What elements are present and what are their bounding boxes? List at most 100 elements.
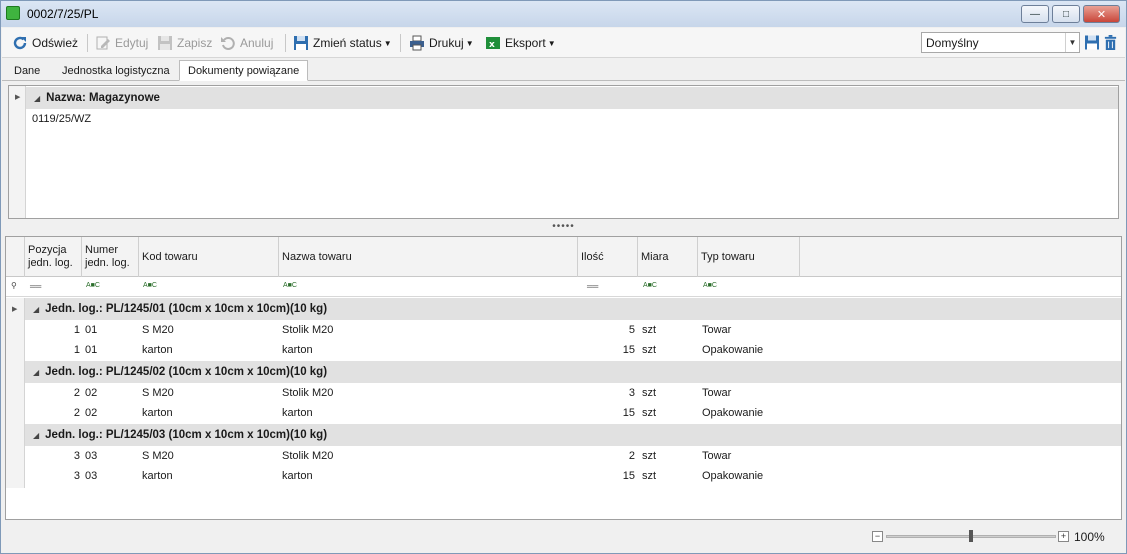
zoom-out-button[interactable]: −	[872, 531, 883, 542]
collapse-icon[interactable]: ◢	[34, 94, 40, 103]
chevron-down-icon[interactable]: ▼	[1065, 33, 1079, 52]
group-label: Nazwa: Magazynowe	[46, 92, 160, 104]
table-row[interactable]: 1 01 S M20 Stolik M20 5 szt Towar	[25, 321, 1121, 341]
tab-dokumenty-powiazane[interactable]: Dokumenty powiązane	[179, 60, 309, 81]
text-filter-icon[interactable]: A■C	[643, 282, 657, 289]
refresh-button[interactable]: Odśwież	[12, 33, 78, 53]
toolbar-separator	[87, 34, 88, 52]
column-header-position[interactable]: Pozycja jedn. log.	[25, 237, 82, 277]
cell-pos: 2	[73, 407, 80, 419]
refresh-icon	[13, 36, 27, 50]
zoom-slider-handle[interactable]	[969, 530, 973, 542]
cell-code: S M20	[142, 324, 174, 336]
collapse-icon[interactable]: ◢	[33, 305, 39, 314]
list-item[interactable]: 0119/25/WZ	[32, 109, 91, 129]
group-row[interactable]: ◢ Nazwa: Magazynowe	[26, 87, 1118, 109]
tab-dane[interactable]: Dane	[6, 61, 48, 82]
layout-select[interactable]: Domyślny ▼	[921, 32, 1080, 53]
cell-type: Towar	[702, 324, 732, 336]
cell-num: 02	[85, 387, 98, 399]
cell-pos: 3	[73, 450, 80, 462]
document-number: 0119/25/WZ	[32, 113, 92, 125]
change-status-button[interactable]: Zmień status ▼	[293, 33, 392, 53]
export-label: Eksport	[505, 36, 546, 50]
save-button[interactable]: Zapisz	[157, 33, 212, 53]
auto-filter-row: ⚲ ══ A■C A■C A■C ══ A■C A■C	[6, 277, 1121, 297]
close-button[interactable]: ✕	[1083, 5, 1120, 23]
equals-filter-icon[interactable]: ══	[30, 282, 41, 291]
cell-qty: 15	[622, 470, 635, 482]
chevron-down-icon: ▼	[547, 38, 556, 48]
cell-pos: 3	[73, 470, 80, 482]
column-header-type[interactable]: Typ towaru	[698, 237, 800, 277]
group-row[interactable]: ◢ Jedn. log.: PL/1245/03 (10cm x 10cm x 1…	[25, 424, 1121, 446]
toolbar-separator	[400, 34, 401, 52]
text-filter-icon[interactable]: A■C	[283, 282, 297, 289]
cell-name: karton	[282, 407, 313, 419]
cell-unit: szt	[642, 407, 657, 419]
layout-select-value: Domyślny	[926, 36, 979, 50]
cell-name: Stolik M20	[282, 324, 334, 336]
cell-num: 02	[85, 407, 98, 419]
logistic-units-grid: Pozycja jedn. log. Numer jedn. log. Kod …	[5, 236, 1122, 520]
cell-num: 03	[85, 450, 98, 462]
column-header-name[interactable]: Nazwa towaru	[279, 237, 578, 277]
row-pointer-icon: ▶	[12, 306, 18, 313]
group-label: Jedn. log.: PL/1245/01 (10cm x 10cm x 10…	[45, 303, 328, 315]
table-row[interactable]: 2 02 karton karton 15 szt Opakowanie	[25, 404, 1121, 424]
group-label: Jedn. log.: PL/1245/03 (10cm x 10cm x 10…	[45, 429, 328, 441]
column-header-unit[interactable]: Miara	[638, 237, 698, 277]
cell-unit: szt	[642, 324, 657, 336]
change-status-label: Zmień status	[313, 36, 382, 50]
text-filter-icon[interactable]: A■C	[143, 282, 157, 289]
column-header-quantity[interactable]: Ilość	[578, 237, 638, 277]
pin-icon[interactable]: ⚲	[11, 281, 17, 290]
table-row[interactable]: 1 01 karton karton 15 szt Opakowanie	[25, 341, 1121, 361]
cell-qty: 2	[628, 450, 635, 462]
delete-layout-icon[interactable]	[1103, 34, 1118, 51]
toolbar: Odśwież Edytuj Zapisz Anuluj Zmień statu…	[2, 28, 1125, 58]
panel-splitter[interactable]: •••••	[2, 222, 1125, 235]
edit-button[interactable]: Edytuj	[95, 33, 148, 53]
cell-type: Towar	[702, 450, 732, 462]
cell-type: Opakowanie	[702, 344, 764, 356]
app-basket-icon	[6, 6, 20, 20]
cell-num: 01	[85, 344, 98, 356]
cell-unit: szt	[642, 387, 657, 399]
cell-unit: szt	[642, 344, 657, 356]
table-row[interactable]: 2 02 S M20 Stolik M20 3 szt Towar	[25, 384, 1121, 404]
equals-filter-icon[interactable]: ══	[587, 282, 598, 291]
table-row[interactable]: 3 03 S M20 Stolik M20 2 szt Towar	[25, 447, 1121, 467]
tab-jednostka-logistyczna[interactable]: Jednostka logistyczna	[54, 61, 178, 82]
zoom-in-button[interactable]: +	[1058, 531, 1069, 542]
minimize-button[interactable]: —	[1021, 5, 1049, 23]
column-header-code[interactable]: Kod towaru	[139, 237, 279, 277]
save-layout-icon[interactable]	[1084, 34, 1100, 51]
chevron-down-icon: ▼	[465, 38, 474, 48]
text-filter-icon[interactable]: A■C	[86, 282, 100, 289]
collapse-icon[interactable]: ◢	[33, 431, 39, 440]
column-header-number[interactable]: Numer jedn. log.	[82, 237, 139, 277]
maximize-button[interactable]: □	[1052, 5, 1080, 23]
group-label: Jedn. log.: PL/1245/02 (10cm x 10cm x 10…	[45, 366, 328, 378]
cell-num: 01	[85, 324, 98, 336]
table-row[interactable]: 3 03 karton karton 15 szt Opakowanie	[25, 467, 1121, 487]
cell-code: S M20	[142, 387, 174, 399]
cancel-button[interactable]: Anuluj	[220, 33, 273, 53]
title-bar: 0002/7/25/PL — □ ✕	[1, 1, 1126, 27]
cell-qty: 5	[628, 324, 635, 336]
window-title: 0002/7/25/PL	[27, 7, 99, 21]
collapse-icon[interactable]: ◢	[33, 368, 39, 377]
indicator-header	[6, 237, 25, 277]
cell-code: karton	[142, 344, 173, 356]
group-row[interactable]: ◢ Jedn. log.: PL/1245/02 (10cm x 10cm x 1…	[25, 361, 1121, 383]
text-filter-icon[interactable]: A■C	[703, 282, 717, 289]
printer-icon	[410, 35, 424, 51]
cell-code: karton	[142, 470, 173, 482]
status-bar: − + 100%	[2, 522, 1125, 553]
cell-qty: 3	[628, 387, 635, 399]
save-disk-icon	[158, 36, 172, 50]
group-row[interactable]: ◢ Jedn. log.: PL/1245/01 (10cm x 10cm x 1…	[25, 298, 1121, 320]
print-button[interactable]: Drukuj ▼	[409, 33, 474, 53]
export-button[interactable]: x Eksport ▼	[485, 33, 556, 53]
